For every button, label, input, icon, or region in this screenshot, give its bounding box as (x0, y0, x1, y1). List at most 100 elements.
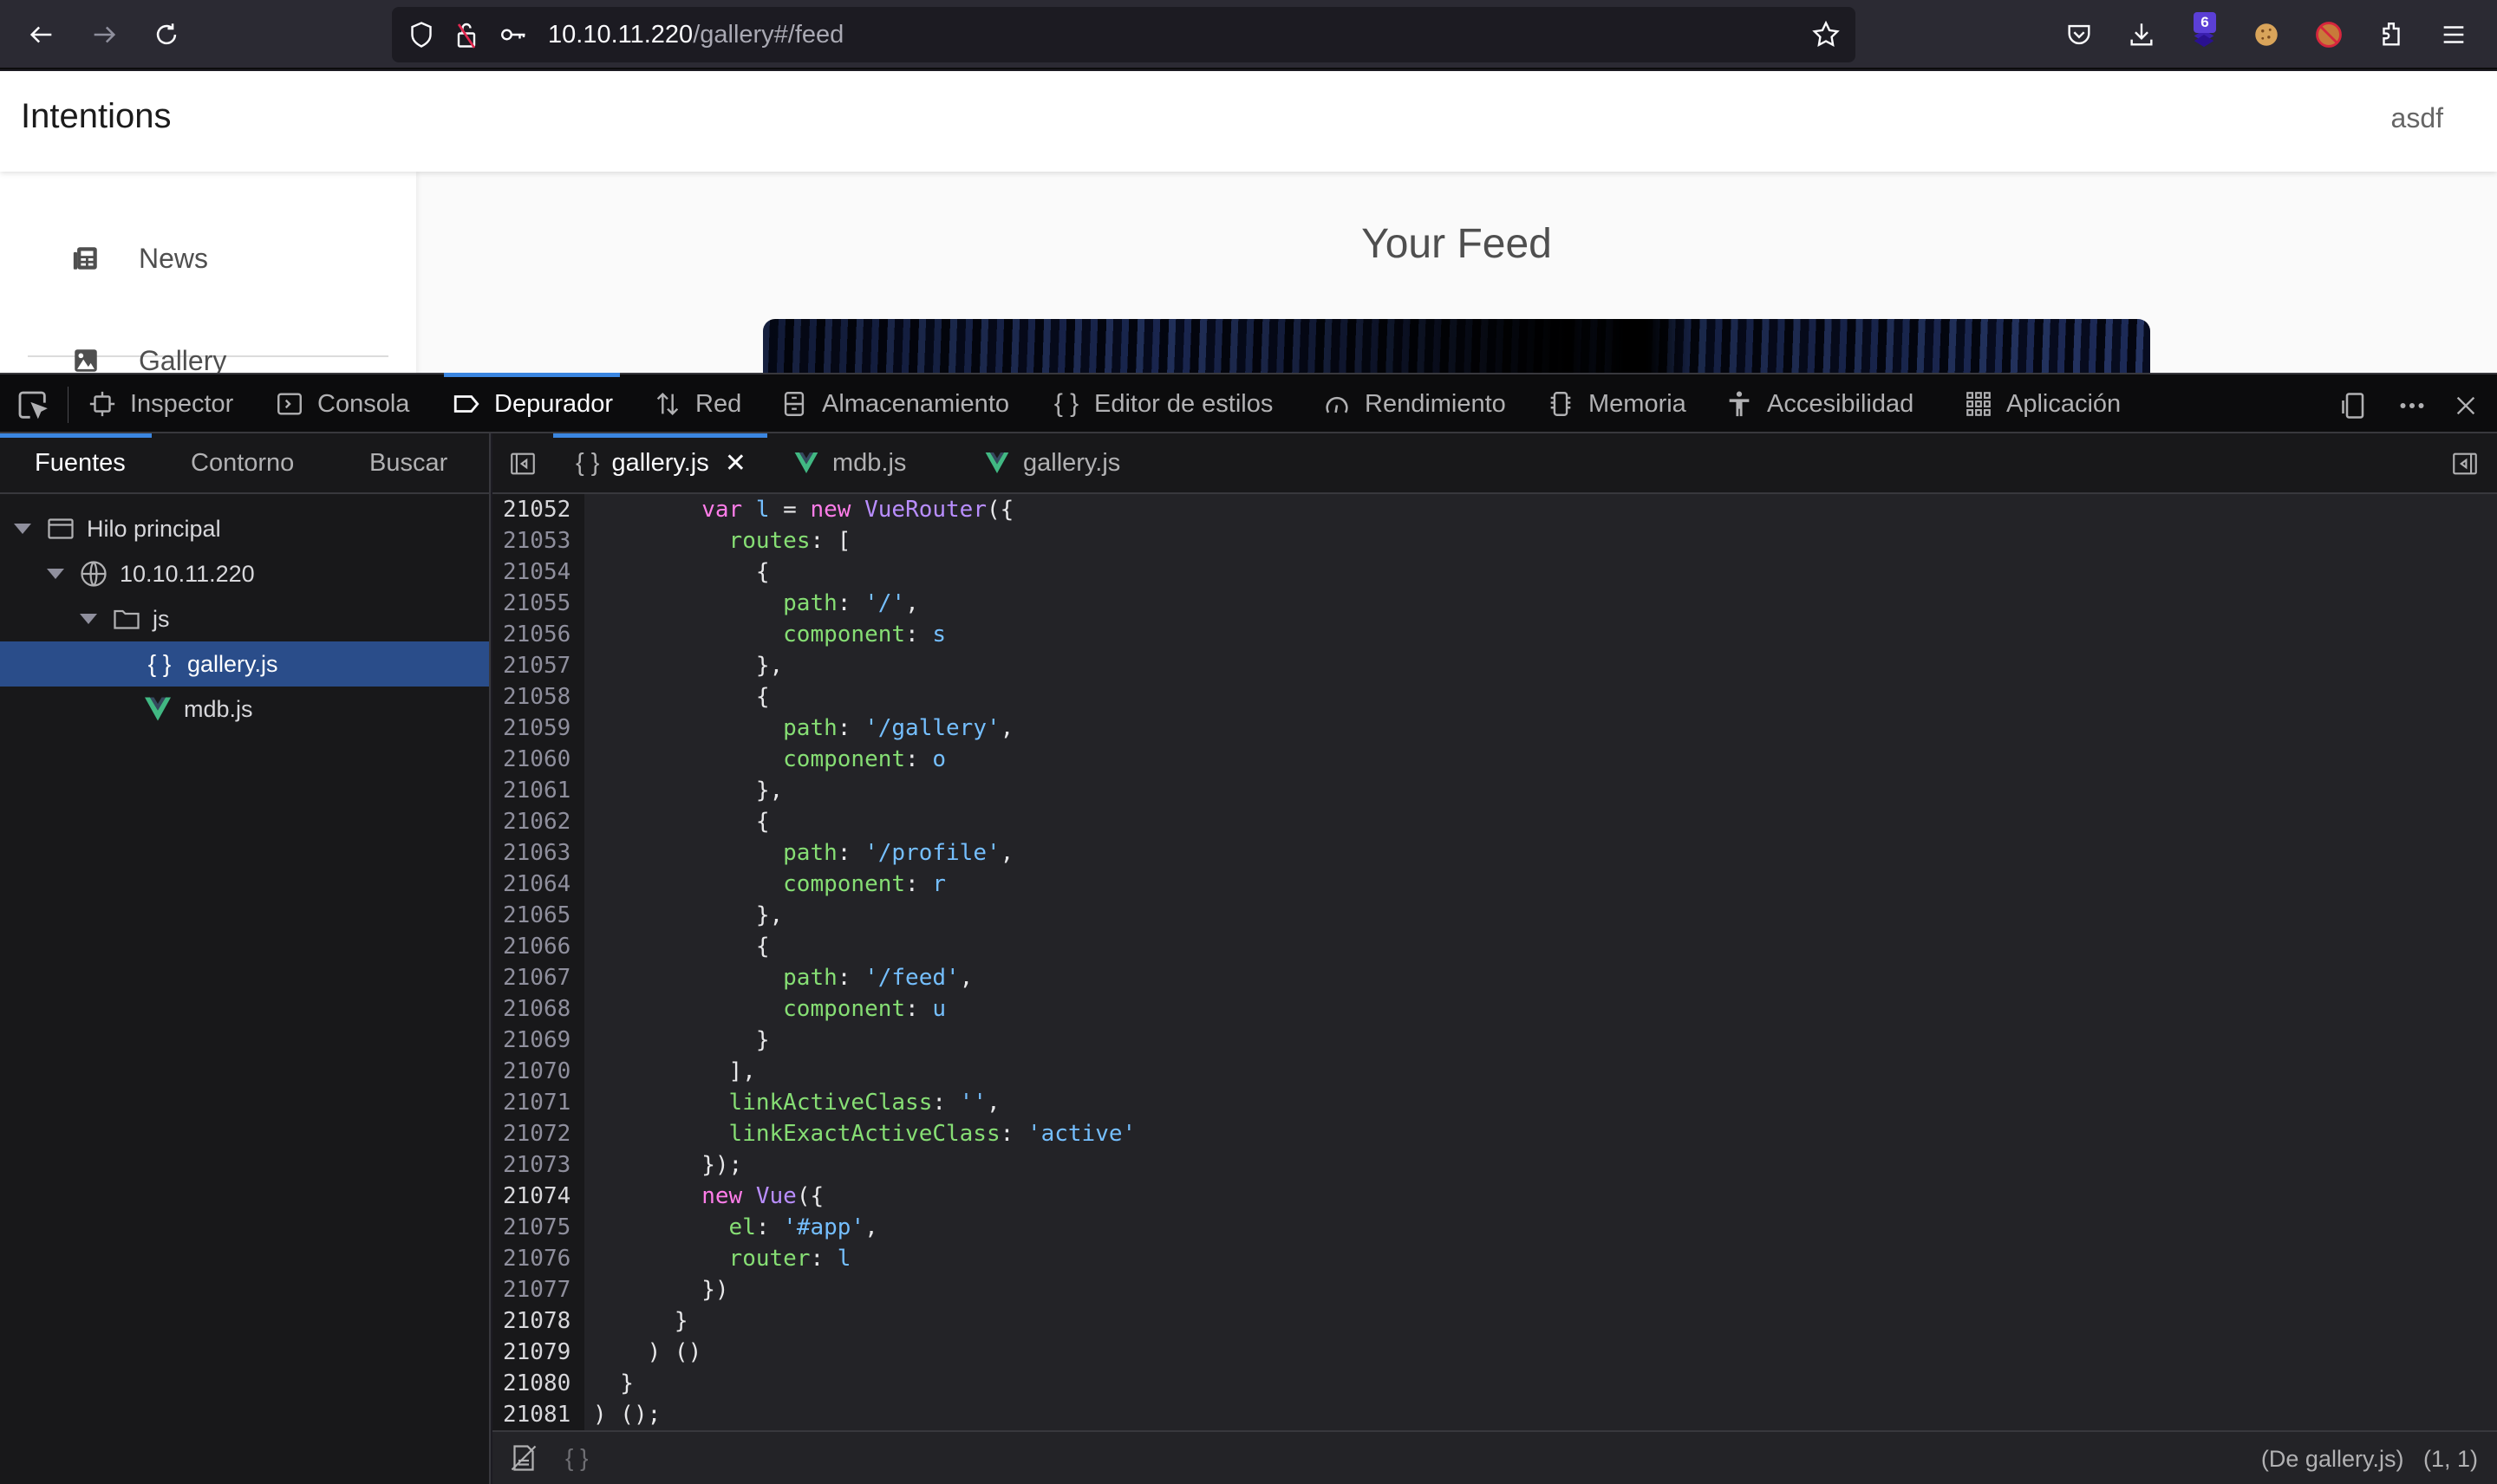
line-number[interactable]: 21069 (503, 1025, 581, 1056)
tree-item-host[interactable]: 10.10.11.220 (0, 551, 489, 596)
line-number[interactable]: 21070 (503, 1056, 581, 1087)
tab-accesibilidad[interactable]: Accesibilidad (1724, 374, 1913, 433)
site-brand[interactable]: Intentions (21, 97, 171, 136)
code-line[interactable]: 21066 { (492, 931, 2497, 962)
sidebar-item-gallery[interactable]: Gallery (28, 317, 388, 373)
code-line[interactable]: 21073 }); (492, 1149, 2497, 1181)
responsive-design-button[interactable] (2337, 388, 2372, 423)
line-number[interactable]: 21078 (503, 1305, 581, 1337)
code-line[interactable]: 21065 }, (492, 900, 2497, 931)
sidebar-item-news[interactable]: News (28, 215, 388, 302)
code-editor[interactable]: 21052 var l = new VueRouter({21053 route… (492, 494, 2497, 1430)
line-number[interactable]: 21075 (503, 1212, 581, 1243)
line-number[interactable]: 21061 (503, 775, 581, 806)
line-number[interactable]: 21068 (503, 993, 581, 1025)
code-line[interactable]: 21063 path: '/profile', (492, 837, 2497, 869)
element-picker-icon[interactable] (16, 388, 50, 423)
back-button[interactable] (23, 16, 61, 54)
line-number[interactable]: 21081 (503, 1399, 581, 1430)
code-line[interactable]: 21059 path: '/gallery', (492, 713, 2497, 744)
code-line[interactable]: 21075 el: '#app', (492, 1212, 2497, 1243)
forward-button[interactable] (85, 16, 123, 54)
expand-arrow-icon[interactable] (80, 614, 97, 624)
tab-aplicaci-n[interactable]: Aplicación (1963, 374, 2121, 433)
tree-item-mdb-js[interactable]: mdb.js (0, 687, 489, 732)
code-line[interactable]: 21052 var l = new VueRouter({ (492, 494, 2497, 525)
code-line[interactable]: 21081) (); (492, 1399, 2497, 1430)
line-number[interactable]: 21079 (503, 1337, 581, 1368)
tab-memoria[interactable]: Memoria (1545, 374, 1686, 433)
line-number[interactable]: 21058 (503, 681, 581, 713)
close-devtools-button[interactable] (2448, 388, 2483, 423)
line-number[interactable]: 21053 (503, 525, 581, 556)
code-line[interactable]: 21054 { (492, 556, 2497, 588)
user-menu[interactable]: asdf (2391, 102, 2443, 134)
line-number[interactable]: 21076 (503, 1243, 581, 1274)
tab-contorno[interactable]: Contorno (191, 433, 294, 492)
line-number[interactable]: 21062 (503, 806, 581, 837)
code-line[interactable]: 21064 component: r (492, 869, 2497, 900)
reload-button[interactable] (147, 16, 186, 54)
line-number[interactable]: 21063 (503, 837, 581, 869)
code-line[interactable]: 21055 path: '/', (492, 588, 2497, 619)
line-number[interactable]: 21065 (503, 900, 581, 931)
pretty-print-icon[interactable]: { } (565, 1444, 588, 1472)
editor-tab-mdb-js[interactable]: mdb.js (792, 433, 906, 492)
tab-editor-de-estilos[interactable]: { } Editor de estilos (1051, 374, 1274, 433)
downloads-button[interactable] (2122, 16, 2161, 54)
toggle-sources-sidebar-icon[interactable] (508, 449, 538, 478)
line-number[interactable]: 21077 (503, 1274, 581, 1305)
tree-item-main-thread[interactable]: Hilo principal (0, 506, 489, 551)
url-bar[interactable]: 10.10.11.220/gallery#/feed (392, 7, 1855, 62)
line-number[interactable]: 21059 (503, 713, 581, 744)
tab-almacenamiento[interactable]: Almacenamiento (779, 374, 1009, 433)
line-number[interactable]: 21067 (503, 962, 581, 993)
editor-tab-gallery-js-vue[interactable]: gallery.js (983, 433, 1120, 492)
close-tab-icon[interactable]: ✕ (725, 448, 746, 478)
tab-buscar[interactable]: Buscar (369, 433, 447, 492)
code-line[interactable]: 21076 router: l (492, 1243, 2497, 1274)
url-text[interactable]: 10.10.11.220/gallery#/feed (548, 21, 844, 49)
code-line[interactable]: 21077 }) (492, 1274, 2497, 1305)
line-number[interactable]: 21064 (503, 869, 581, 900)
editor-tab-gallery-js[interactable]: { } gallery.js ✕ (553, 433, 767, 492)
tree-item-js-folder[interactable]: js (0, 596, 489, 641)
tab-red[interactable]: Red (652, 374, 741, 433)
key-icon[interactable] (498, 19, 529, 50)
code-line[interactable]: 21071 linkActiveClass: '', (492, 1087, 2497, 1118)
blocked-fox-extension-button[interactable] (2310, 16, 2348, 54)
tab-consola[interactable]: Consola (274, 374, 409, 433)
tab-inspector[interactable]: Inspector (87, 374, 233, 433)
disable-source-maps-icon[interactable] (508, 1442, 539, 1474)
devtools-options-button[interactable] (2395, 388, 2429, 423)
code-line[interactable]: 21067 path: '/feed', (492, 962, 2497, 993)
line-number[interactable]: 21074 (503, 1181, 581, 1212)
code-line[interactable]: 21053 routes: [ (492, 525, 2497, 556)
app-menu-button[interactable] (2435, 16, 2473, 54)
line-number[interactable]: 21071 (503, 1087, 581, 1118)
code-line[interactable]: 21072 linkExactActiveClass: 'active' (492, 1118, 2497, 1149)
tab-fuentes[interactable]: Fuentes (0, 433, 152, 492)
tab-depurador[interactable]: Depurador (443, 373, 621, 433)
code-line[interactable]: 21062 { (492, 806, 2497, 837)
expand-arrow-icon[interactable] (14, 524, 31, 534)
shield-icon[interactable] (406, 19, 437, 50)
line-number[interactable]: 21055 (503, 588, 581, 619)
insecure-lock-icon[interactable] (451, 19, 482, 50)
code-line[interactable]: 21069 } (492, 1025, 2497, 1056)
line-number[interactable]: 21073 (503, 1149, 581, 1181)
cookie-extension-button[interactable] (2247, 16, 2285, 54)
expand-arrow-icon[interactable] (47, 569, 64, 579)
feed-post-image[interactable] (763, 319, 2150, 373)
line-number[interactable]: 21066 (503, 931, 581, 962)
line-number[interactable]: 21054 (503, 556, 581, 588)
bookmark-star-icon[interactable] (1810, 19, 1842, 50)
code-line[interactable]: 21074 new Vue({ (492, 1181, 2497, 1212)
line-number[interactable]: 21052 (503, 494, 581, 525)
code-line[interactable]: 21057 }, (492, 650, 2497, 681)
toggle-debugger-sidebar-icon[interactable] (2450, 449, 2480, 478)
code-line[interactable]: 21056 component: s (492, 619, 2497, 650)
status-source-label[interactable]: (De gallery.js) (2261, 1446, 2404, 1472)
extensions-button[interactable] (2372, 16, 2410, 54)
code-line[interactable]: 21060 component: o (492, 744, 2497, 775)
